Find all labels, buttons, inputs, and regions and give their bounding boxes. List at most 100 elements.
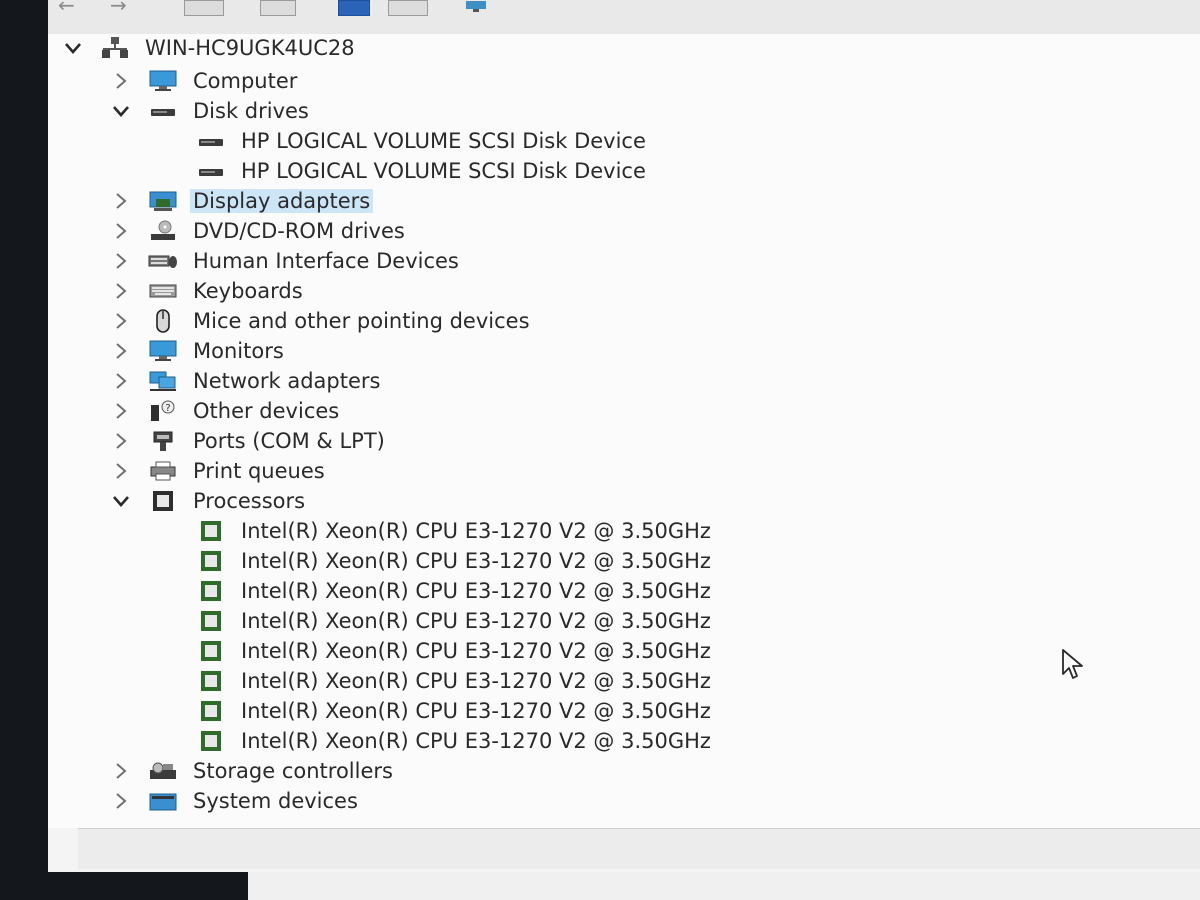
tree-item-label: Keyboards [193, 279, 303, 303]
back-arrow-icon[interactable]: ← [58, 0, 86, 15]
svg-text:?: ? [165, 403, 170, 414]
tree-device-item[interactable]: Intel(R) Xeon(R) CPU E3-1270 V2 @ 3.50GH… [194, 696, 714, 726]
tree-category-system-devices[interactable]: System devices [110, 786, 361, 816]
toolbar: ← → [48, 0, 1200, 35]
processor-icon [194, 639, 228, 663]
display-adapter-icon [146, 189, 180, 213]
chevron-down-icon[interactable] [110, 100, 132, 122]
chevron-right-icon[interactable] [110, 760, 132, 782]
tree-device-item[interactable]: Intel(R) Xeon(R) CPU E3-1270 V2 @ 3.50GH… [194, 576, 714, 606]
tree-item-label: Ports (COM & LPT) [193, 429, 385, 453]
properties-button[interactable] [260, 0, 296, 16]
forward-arrow-icon[interactable]: → [110, 0, 138, 15]
processor-icon [194, 699, 228, 723]
processor-icon [194, 669, 228, 693]
tree-item-label: Intel(R) Xeon(R) CPU E3-1270 V2 @ 3.50GH… [241, 699, 711, 723]
chevron-right-icon[interactable] [110, 190, 132, 212]
tree-item-label: Mice and other pointing devices [193, 309, 530, 333]
tree-device-item[interactable]: HP LOGICAL VOLUME SCSI Disk Device [194, 156, 649, 186]
disk-drive-icon [194, 159, 228, 183]
status-bar [78, 828, 1200, 869]
scan-hardware-icon[interactable] [462, 0, 492, 16]
processor-icon [146, 489, 180, 513]
chevron-right-icon[interactable] [110, 400, 132, 422]
tree-item-label: Monitors [193, 339, 284, 363]
tree-category-other-devices[interactable]: ? Other devices [110, 396, 342, 426]
tree-item-label: Disk drives [193, 99, 309, 123]
tree-device-item[interactable]: Intel(R) Xeon(R) CPU E3-1270 V2 @ 3.50GH… [194, 606, 714, 636]
tree-category-human-interface-devices[interactable]: Human Interface Devices [110, 246, 462, 276]
chevron-right-icon[interactable] [110, 220, 132, 242]
tree-item-label: Print queues [193, 459, 325, 483]
chevron-right-icon[interactable] [110, 250, 132, 272]
tree-item-label: Computer [193, 69, 298, 93]
taskbar-area [248, 872, 1200, 900]
computer-network-icon [98, 36, 132, 60]
tree-category-monitors[interactable]: Monitors [110, 336, 287, 366]
tree-device-item[interactable]: Intel(R) Xeon(R) CPU E3-1270 V2 @ 3.50GH… [194, 546, 714, 576]
hid-icon [146, 249, 180, 273]
chevron-right-icon[interactable] [110, 790, 132, 812]
tree-item-label: Intel(R) Xeon(R) CPU E3-1270 V2 @ 3.50GH… [241, 579, 711, 603]
processor-icon [194, 729, 228, 753]
tree-category-storage-controllers[interactable]: Storage controllers [110, 756, 396, 786]
chevron-down-icon[interactable] [110, 490, 132, 512]
tree-device-item[interactable]: Intel(R) Xeon(R) CPU E3-1270 V2 @ 3.50GH… [194, 636, 714, 666]
tree-item-label: WIN-HC9UGK4UC28 [145, 36, 355, 60]
processor-icon [194, 609, 228, 633]
tree-item-label: Intel(R) Xeon(R) CPU E3-1270 V2 @ 3.50GH… [241, 729, 711, 753]
tree-category-display-adapters[interactable]: Display adapters [110, 186, 374, 216]
tree-item-label: Processors [193, 489, 306, 513]
tree-item-label: HP LOGICAL VOLUME SCSI Disk Device [241, 129, 646, 153]
port-icon [146, 429, 180, 453]
tree-category-print-queues[interactable]: Print queues [110, 456, 328, 486]
tree-item-label: Network adapters [193, 369, 381, 393]
chevron-right-icon[interactable] [110, 280, 132, 302]
tree-item-label: System devices [193, 789, 358, 813]
tree-item-label: Human Interface Devices [193, 249, 459, 273]
tree-category-disk-drives[interactable]: Disk drives [110, 96, 312, 126]
dvd-drive-icon [146, 219, 180, 243]
network-adapter-icon [146, 369, 180, 393]
tree-category-ports-com-lpt[interactable]: Ports (COM & LPT) [110, 426, 388, 456]
show-hide-action-pane-button[interactable] [388, 0, 428, 16]
tree-item-label: Intel(R) Xeon(R) CPU E3-1270 V2 @ 3.50GH… [241, 669, 711, 693]
processor-icon [194, 519, 228, 543]
tree-item-label: Intel(R) Xeon(R) CPU E3-1270 V2 @ 3.50GH… [241, 519, 711, 543]
tree-root[interactable]: WIN-HC9UGK4UC28 [62, 34, 358, 63]
tree-item-label: Intel(R) Xeon(R) CPU E3-1270 V2 @ 3.50GH… [241, 639, 711, 663]
tree-device-item[interactable]: Intel(R) Xeon(R) CPU E3-1270 V2 @ 3.50GH… [194, 666, 714, 696]
chevron-right-icon[interactable] [110, 310, 132, 332]
tree-category-keyboards[interactable]: Keyboards [110, 276, 306, 306]
chevron-right-icon[interactable] [110, 70, 132, 92]
tree-item-label: HP LOGICAL VOLUME SCSI Disk Device [241, 159, 646, 183]
monitor-icon [146, 69, 180, 93]
mouse-cursor-icon [1062, 649, 1083, 679]
tree-device-item[interactable]: Intel(R) Xeon(R) CPU E3-1270 V2 @ 3.50GH… [194, 516, 714, 546]
chevron-down-icon[interactable] [62, 37, 84, 59]
tree-category-mice-and-other-pointing-devices[interactable]: Mice and other pointing devices [110, 306, 533, 336]
show-hide-console-tree-button[interactable] [184, 0, 224, 16]
unknown-device-icon: ? [146, 399, 180, 423]
tree-category-computer[interactable]: Computer [110, 66, 300, 96]
tree-category-dvd-cd-rom-drives[interactable]: DVD/CD-ROM drives [110, 216, 408, 246]
storage-controller-icon [146, 759, 180, 783]
tree-item-label: Other devices [193, 399, 340, 423]
chevron-right-icon[interactable] [110, 460, 132, 482]
chevron-right-icon[interactable] [110, 430, 132, 452]
tree-category-network-adapters[interactable]: Network adapters [110, 366, 383, 396]
processor-icon [194, 579, 228, 603]
chevron-right-icon[interactable] [110, 370, 132, 392]
help-button[interactable] [338, 0, 370, 16]
tree-item-label: Intel(R) Xeon(R) CPU E3-1270 V2 @ 3.50GH… [241, 549, 711, 573]
tree-device-item[interactable]: HP LOGICAL VOLUME SCSI Disk Device [194, 126, 649, 156]
chevron-right-icon[interactable] [110, 340, 132, 362]
tree-item-label: DVD/CD-ROM drives [193, 219, 405, 243]
system-devices-icon [146, 789, 180, 813]
tree-item-label: Display adapters [190, 189, 374, 213]
device-tree: WIN-HC9UGK4UC28 Computer Disk drives HP LOG… [48, 34, 1200, 828]
tree-category-processors[interactable]: Processors [110, 486, 308, 516]
tree-device-item[interactable]: Intel(R) Xeon(R) CPU E3-1270 V2 @ 3.50GH… [194, 726, 714, 756]
disk-drive-icon [146, 99, 180, 123]
keyboard-icon [146, 279, 180, 303]
